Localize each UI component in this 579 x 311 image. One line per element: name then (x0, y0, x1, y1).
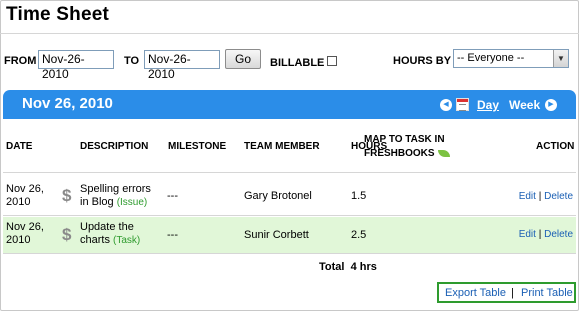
freshbooks-leaf-icon (437, 149, 450, 157)
table-row: Nov 26, 2010 $ Spelling errors in Blog (… (3, 172, 576, 216)
go-button[interactable]: Go (225, 49, 261, 69)
hours-by-select[interactable]: -- Everyone -- ▼ (453, 49, 569, 68)
title-divider (0, 33, 579, 34)
row-milestone: --- (167, 229, 178, 241)
row-desc-line1: Spelling errors (80, 183, 151, 195)
row-actions: Edit | Delete (519, 191, 573, 202)
row-description: Spelling errors in Blog (Issue) (80, 183, 151, 209)
delete-link[interactable]: Delete (544, 191, 573, 202)
hours-by-label: HOURS BY (393, 55, 452, 67)
map-task-line2: FRESHBOOKS (364, 148, 435, 159)
row-hours: 2.5 (351, 229, 367, 241)
export-actions: Export Table | Print Table (437, 282, 576, 303)
print-table-link[interactable]: Print Table (521, 287, 573, 299)
column-header-action: ACTION (536, 141, 575, 152)
row-date: Nov 26, 2010 (6, 183, 44, 209)
column-header-date: DATE (6, 141, 33, 152)
map-task-line1: MAP TO TASK IN (364, 134, 445, 145)
row-desc-line2: charts (80, 234, 110, 246)
total-label: Total (319, 261, 345, 273)
row-team-member: Gary Brotonel (244, 190, 312, 202)
left-arrow-icon[interactable]: ◀ (440, 99, 452, 111)
row-type-tag: (Task) (113, 235, 141, 246)
billable-label: BILLABLE (270, 57, 325, 69)
row-date-line1: Nov 26, (6, 183, 44, 195)
from-label: FROM (4, 55, 37, 67)
row-date: Nov 26, 2010 (6, 221, 44, 247)
row-date-line2: 2010 (6, 196, 31, 208)
billable-checkbox[interactable] (327, 56, 337, 66)
row-date-line2: 2010 (6, 234, 31, 246)
row-milestone: --- (167, 190, 178, 202)
row-type-tag: (Issue) (116, 197, 148, 208)
row-description: Update the charts (Task) (80, 221, 140, 247)
date-header-bar: Nov 26, 2010 ◀ ▶ Day Week ▶ (3, 90, 576, 119)
dollar-icon: $ (62, 186, 72, 205)
hours-by-value: -- Everyone -- (457, 52, 525, 64)
total-value: 4 hrs (350, 261, 377, 273)
delete-link[interactable]: Delete (544, 229, 573, 240)
row-desc-line1: Update the (80, 221, 134, 233)
filter-bar: FROM Nov-26-2010 TO Nov-26-2010 Go BILLA… (0, 48, 579, 81)
row-actions: Edit | Delete (519, 229, 573, 240)
row-hours: 1.5 (351, 190, 367, 202)
action-separator: | (538, 191, 542, 202)
column-header-team-member: TEAM MEMBER (244, 141, 320, 152)
column-header-map-task: MAP TO TASK IN FRESHBOOKS (364, 133, 450, 160)
export-table-link[interactable]: Export Table (445, 287, 506, 299)
calendar-icon[interactable] (456, 98, 469, 111)
edit-link[interactable]: Edit (519, 191, 536, 202)
to-date-input[interactable]: Nov-26-2010 (144, 50, 220, 81)
chevron-down-icon[interactable]: ▼ (553, 50, 568, 67)
row-desc-line2: in Blog (80, 196, 114, 208)
current-date: Nov 26, 2010 (22, 95, 113, 112)
row-team-member: Sunir Corbett (244, 229, 309, 241)
next-arrow-icon[interactable]: ▶ (545, 99, 557, 111)
page-title: Time Sheet (6, 4, 110, 25)
day-view-link[interactable]: Day (477, 98, 499, 112)
timesheet-panel (0, 0, 579, 311)
week-view-link[interactable]: Week (509, 98, 540, 112)
from-date-input[interactable]: Nov-26-2010 (38, 50, 114, 81)
edit-link[interactable]: Edit (519, 229, 536, 240)
column-header-milestone: MILESTONE (168, 141, 227, 152)
row-date-line1: Nov 26, (6, 221, 44, 233)
dollar-icon: $ (62, 225, 72, 244)
column-header-description: DESCRIPTION (80, 141, 149, 152)
export-separator: | (511, 287, 514, 299)
total-hours: Total 4 hrs (319, 261, 377, 273)
to-label: TO (124, 55, 140, 67)
table-row: Nov 26, 2010 $ Update the charts (Task) … (3, 217, 576, 254)
action-separator: | (538, 229, 542, 240)
